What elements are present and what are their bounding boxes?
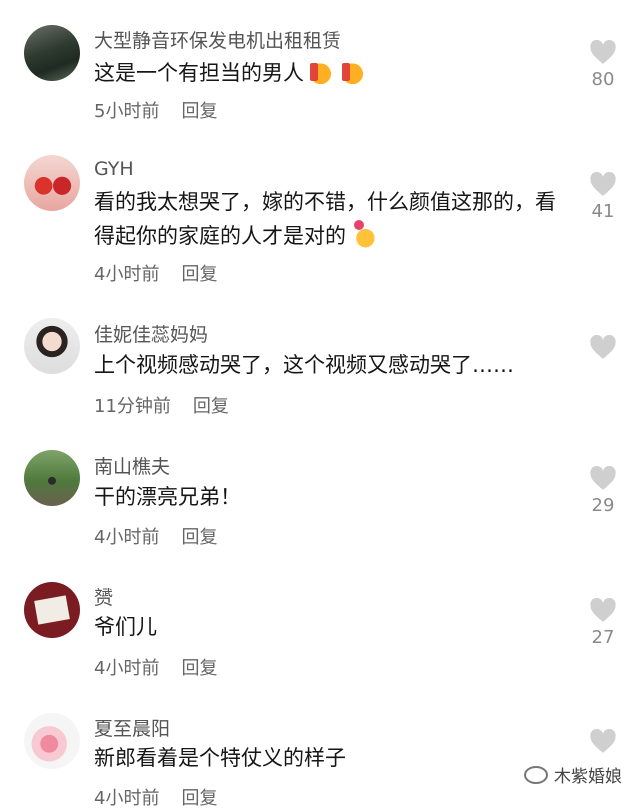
- watermark: 木紫婚娘: [524, 762, 622, 787]
- comment-time: 4小时前: [94, 264, 160, 285]
- like-button[interactable]: 29: [580, 466, 626, 516]
- comment-text: 这是一个有担当的男人: [94, 56, 564, 90]
- reply-button[interactable]: 回复: [181, 101, 217, 122]
- comment-text: 上个视频感动哭了，这个视频又感动哭了……: [94, 353, 514, 377]
- avatar[interactable]: [24, 582, 80, 638]
- avatar[interactable]: [24, 318, 80, 374]
- comment-username[interactable]: 夏至晨阳: [94, 714, 170, 741]
- comment-text: 爷们儿: [94, 615, 157, 639]
- reply-button[interactable]: 回复: [181, 658, 217, 679]
- like-count: 29: [591, 495, 615, 516]
- avatar[interactable]: [24, 450, 80, 506]
- comment-text: 新郎看着是个特仗义的样子: [94, 746, 346, 770]
- comment-time: 4小时前: [94, 788, 160, 809]
- like-button[interactable]: [580, 335, 626, 360]
- comment-meta: 4小时前 回复: [94, 784, 217, 810]
- like-button[interactable]: [580, 729, 626, 754]
- like-button[interactable]: 41: [580, 172, 626, 222]
- reply-button[interactable]: 回复: [181, 527, 217, 548]
- like-button[interactable]: 27: [580, 598, 626, 648]
- comment-time: 4小时前: [94, 527, 160, 548]
- comment-meta: 4小时前 回复: [94, 654, 217, 680]
- comment-time: 5小时前: [94, 101, 160, 122]
- heart-icon: [590, 335, 616, 359]
- like-count: 27: [591, 627, 615, 648]
- heart-icon: [590, 598, 616, 622]
- heart-icon: [590, 729, 616, 753]
- like-button[interactable]: 80: [580, 40, 626, 90]
- like-count: 80: [591, 69, 615, 90]
- comment-username[interactable]: 赟: [94, 583, 113, 610]
- reply-button[interactable]: 回复: [181, 264, 217, 285]
- comment-meta: 5小时前 回复: [94, 97, 217, 123]
- reply-button[interactable]: 回复: [193, 396, 229, 417]
- comment-meta: 4小时前 回复: [94, 523, 217, 549]
- comment-username[interactable]: GYH: [94, 158, 134, 180]
- watermark-text: 木紫婚娘: [554, 767, 622, 787]
- comment-text: 看的我太想哭了，嫁的不错，什么颜值这那的，看得起你的家庭的人才是对的: [94, 190, 556, 248]
- comment-username[interactable]: 大型静音环保发电机出租租赁: [94, 26, 341, 53]
- avatar[interactable]: [24, 713, 80, 769]
- like-count: 41: [591, 201, 615, 222]
- comment-time: 11分钟前: [94, 396, 171, 417]
- comment-username[interactable]: 南山樵夫: [94, 452, 170, 479]
- wechat-icon: [524, 766, 548, 784]
- comment-username[interactable]: 佳妮佳蕊妈妈: [94, 320, 208, 347]
- avatar[interactable]: [24, 25, 80, 81]
- reply-button[interactable]: 回复: [181, 788, 217, 809]
- comment-text: 干的漂亮兄弟！: [94, 485, 241, 509]
- avatar[interactable]: [24, 155, 80, 211]
- heart-icon: [590, 466, 616, 490]
- comment-meta: 4小时前 回复: [94, 260, 217, 286]
- heart-icon: [590, 172, 616, 196]
- comment-meta: 11分钟前 回复: [94, 392, 229, 418]
- heart-icon: [590, 40, 616, 64]
- thumbs-up-icon: [308, 57, 336, 85]
- comment-time: 4小时前: [94, 658, 160, 679]
- thumbs-up-icon: [340, 57, 368, 85]
- finger-heart-icon: [350, 220, 378, 248]
